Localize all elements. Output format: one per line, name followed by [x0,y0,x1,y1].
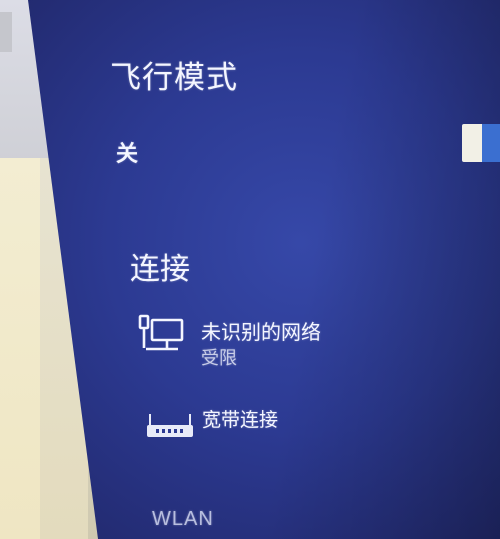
screen: 飞行模式 关 连接 未识别的网络 受限 宽带连接 WLAN [0,0,500,539]
wlan-section-title: WLAN [152,508,214,530]
broadband-connection-label[interactable]: 宽带连接 [202,405,278,432]
dialup-modem-icon[interactable] [146,412,194,440]
network-name[interactable]: 未识别的网络 [201,316,321,345]
airplane-mode-title: 飞行模式 [110,60,238,96]
airplane-mode-toggle[interactable] [462,124,500,162]
toggle-thumb [482,124,500,162]
connections-title: 连接 [130,252,190,287]
network-status: 受限 [201,348,237,369]
airplane-mode-state: 关 [116,142,139,167]
ethernet-icon[interactable] [138,314,188,354]
